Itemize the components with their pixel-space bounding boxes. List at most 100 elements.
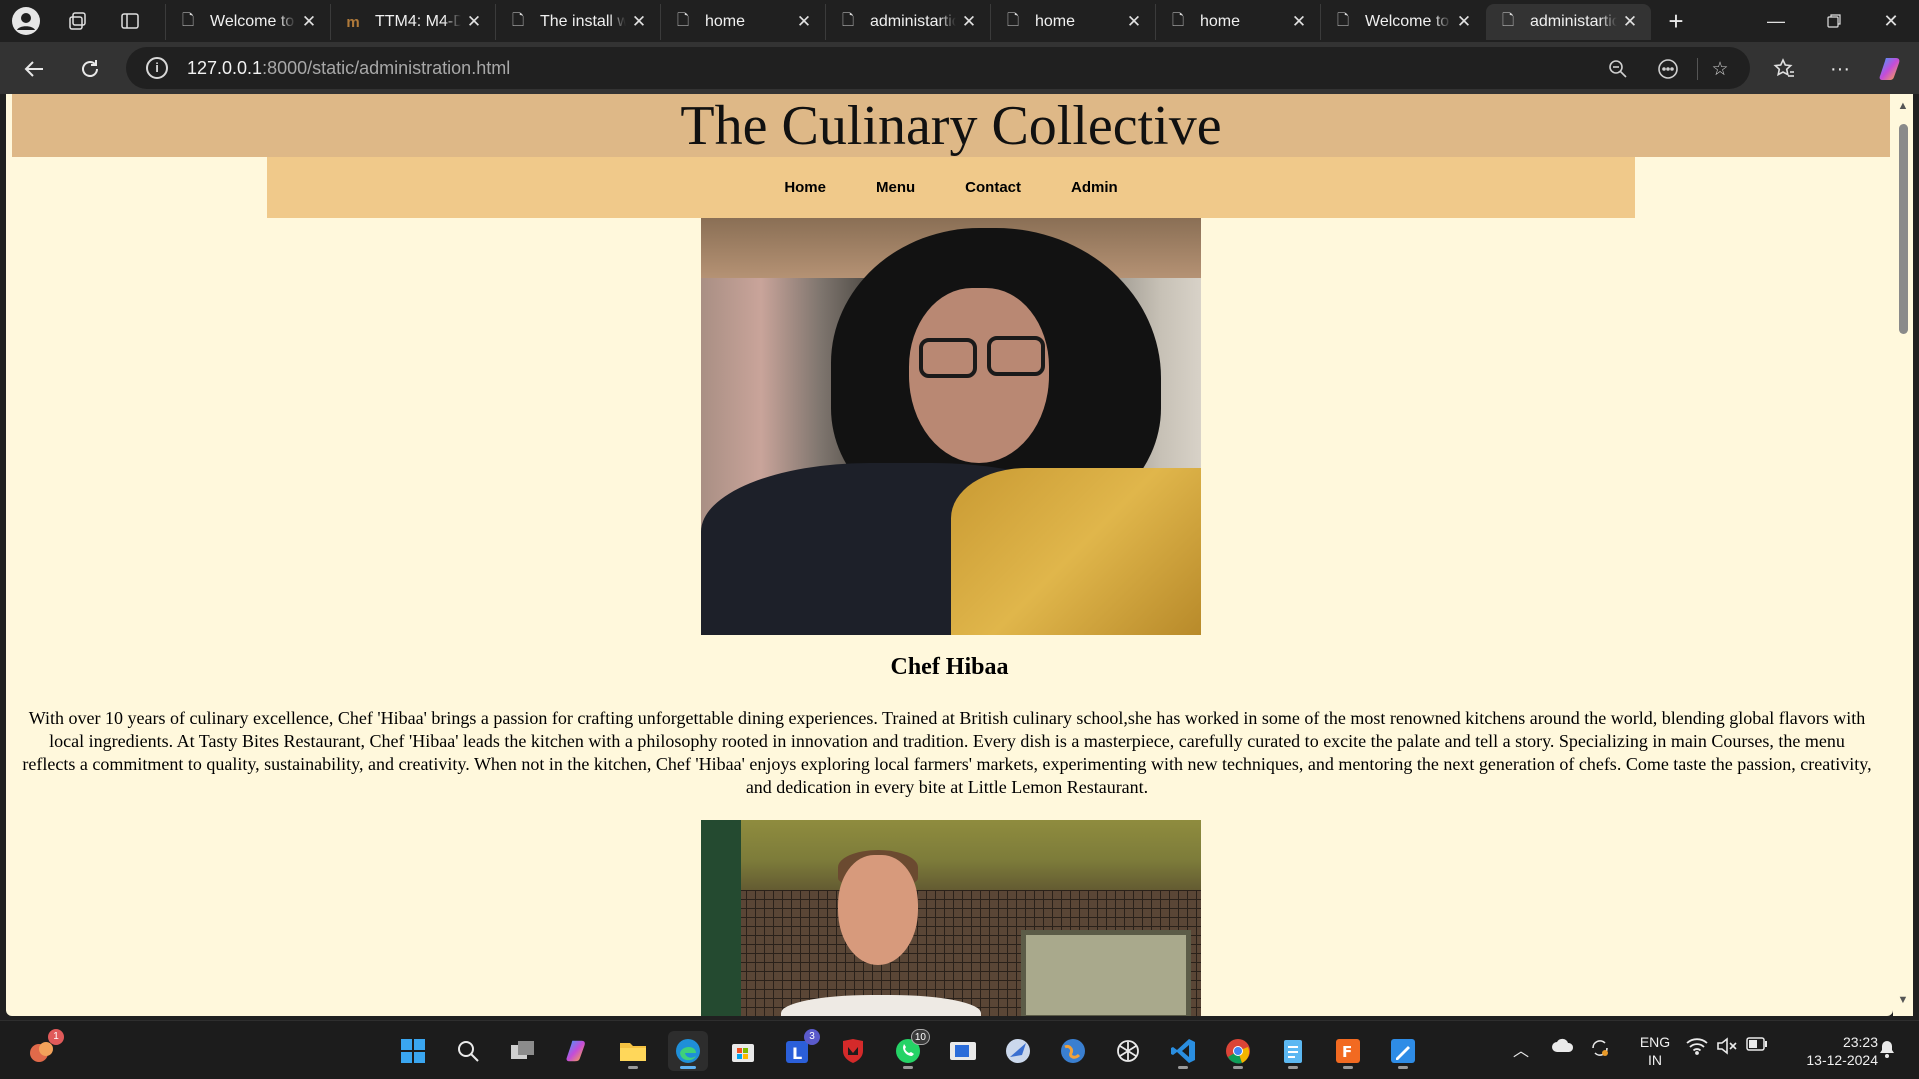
svg-text:F: F — [1342, 1043, 1352, 1061]
clock[interactable]: 23:23 13-12-2024 — [1782, 1033, 1878, 1069]
page-scrollbar[interactable]: ▲ ▼ — [1893, 94, 1913, 1016]
restore-icon[interactable] — [1812, 6, 1856, 36]
close-icon[interactable]: ✕ — [791, 12, 817, 32]
favorites-icon[interactable] — [1766, 51, 1802, 87]
scroll-up-icon[interactable]: ▲ — [1897, 100, 1909, 114]
chef-name: Chef Hibaa — [890, 654, 1009, 680]
task-view-icon[interactable] — [503, 1031, 543, 1071]
page-icon: 🗋 — [1336, 11, 1350, 29]
nav-home-link[interactable]: Home — [759, 179, 851, 196]
browser-tab-active[interactable]: 🗋 administartio ✕ — [1486, 4, 1651, 40]
file-explorer-icon[interactable] — [613, 1031, 653, 1071]
browser-tab[interactable]: 🗋 Welcome to our ✕ — [1320, 4, 1485, 40]
tab-title: home — [1200, 13, 1241, 30]
notification-badge: 3 — [804, 1029, 820, 1045]
close-icon[interactable]: ✕ — [1451, 12, 1477, 32]
show-hidden-icons-icon[interactable]: ︿ — [1513, 1037, 1529, 1061]
new-tab-icon[interactable]: + — [1660, 5, 1692, 37]
sync-icon[interactable] — [1589, 1037, 1611, 1064]
browser-tab[interactable]: m TTM4: M4-D4 ✕ — [330, 4, 495, 40]
more-options-icon[interactable]: ··· — [1822, 51, 1858, 87]
page-icon: 🗋 — [1171, 11, 1185, 29]
tab-title: The install wo — [540, 13, 626, 30]
search-icon[interactable] — [448, 1031, 488, 1071]
tab-title: home — [1035, 13, 1076, 30]
globe-app-icon[interactable] — [1053, 1031, 1093, 1071]
browser-tab[interactable]: 🗋 The install wo ✕ — [495, 4, 660, 40]
tab-title: Welcome to our — [210, 13, 296, 30]
copilot-app-icon[interactable] — [558, 1031, 598, 1071]
tab-title: Welcome to our — [1365, 13, 1451, 30]
page-icon: 🗋 — [181, 11, 195, 29]
feather-app-icon[interactable] — [998, 1031, 1038, 1071]
clock-time: 23:23 — [1842, 1034, 1878, 1050]
close-icon[interactable]: ✕ — [461, 12, 487, 32]
site-nav: Home Menu Contact Admin — [267, 157, 1635, 218]
svg-text:L: L — [792, 1044, 802, 1063]
nav-contact-link[interactable]: Contact — [940, 179, 1046, 196]
notification-badge: 1 — [48, 1029, 64, 1045]
browser-tab[interactable]: 🗋 home ✕ — [660, 4, 825, 40]
close-icon[interactable]: ✕ — [1286, 12, 1312, 32]
tab-title: home — [705, 13, 746, 30]
profile-icon[interactable] — [10, 5, 42, 37]
site-info-icon[interactable]: i — [146, 57, 168, 79]
site-header: The Culinary Collective — [12, 94, 1890, 157]
region-code: IN — [1648, 1052, 1662, 1068]
copilot-icon[interactable] — [1874, 51, 1910, 87]
close-icon[interactable]: ✕ — [1617, 12, 1643, 32]
url-text[interactable]: 127.0.0.1:8000/static/administration.htm… — [187, 58, 510, 79]
store-icon[interactable] — [723, 1031, 763, 1071]
browser-tab[interactable]: 🗋 home ✕ — [1155, 4, 1320, 40]
notification-badge: 10 — [910, 1029, 930, 1045]
address-bar[interactable]: i 127.0.0.1:8000/static/administration.h… — [126, 47, 1750, 89]
chef-bio: With over 10 years of culinary excellenc… — [22, 708, 1872, 797]
close-icon[interactable]: ✕ — [1121, 12, 1147, 32]
divider — [1697, 58, 1698, 80]
workspaces-icon[interactable] — [62, 5, 94, 37]
nav-menu-link[interactable]: Menu — [851, 179, 940, 196]
edge-icon[interactable] — [668, 1031, 708, 1071]
refresh-icon[interactable] — [72, 51, 108, 87]
nav-admin-link[interactable]: Admin — [1046, 179, 1143, 196]
zoom-out-icon[interactable] — [1604, 55, 1632, 83]
browser-tab[interactable]: 🗋 Welcome to our ✕ — [165, 4, 330, 40]
close-icon[interactable]: ✕ — [956, 12, 982, 32]
reading-mode-icon[interactable] — [1654, 55, 1682, 83]
tab-title: administartio — [870, 13, 956, 30]
close-icon[interactable]: ✕ — [626, 12, 652, 32]
page-icon: 🗋 — [511, 11, 525, 29]
browser-tab[interactable]: 🗋 home ✕ — [990, 4, 1155, 40]
start-icon[interactable] — [393, 1031, 433, 1071]
tab-title: administartio — [1530, 13, 1617, 30]
browser-tab[interactable]: 🗋 administartio ✕ — [825, 4, 990, 40]
chrome-icon[interactable] — [1218, 1031, 1258, 1071]
language-indicator[interactable]: ENG IN — [1633, 1033, 1677, 1069]
whatsapp-icon[interactable]: 10 — [888, 1029, 930, 1071]
volume-muted-icon[interactable] — [1716, 1037, 1738, 1060]
chatgpt-icon[interactable] — [1108, 1031, 1148, 1071]
tab-title: TTM4: M4-D4 — [375, 13, 461, 30]
paint-app-icon[interactable] — [1383, 1031, 1423, 1071]
wifi-icon[interactable] — [1686, 1037, 1708, 1060]
page-viewport: The Culinary Collective Home Menu Contac… — [6, 94, 1893, 1016]
screen-app-icon[interactable] — [943, 1031, 983, 1071]
teams-icon[interactable]: L 3 — [778, 1029, 820, 1071]
vscode-icon[interactable] — [1163, 1031, 1203, 1071]
scrollbar-thumb[interactable] — [1899, 124, 1908, 334]
scroll-down-icon[interactable]: ▼ — [1897, 994, 1909, 1008]
notepad-icon[interactable] — [1273, 1031, 1313, 1071]
onedrive-icon[interactable] — [1551, 1037, 1575, 1058]
mcafee-icon[interactable] — [833, 1031, 873, 1071]
close-icon[interactable]: ✕ — [296, 12, 322, 32]
tab-actions-icon[interactable] — [114, 5, 146, 37]
close-window-icon[interactable]: ✕ — [1869, 6, 1913, 36]
battery-icon[interactable] — [1746, 1037, 1768, 1056]
notifications-bell-icon[interactable] — [1877, 1039, 1897, 1064]
minimize-icon[interactable]: — — [1754, 6, 1798, 36]
widgets-icon[interactable]: 1 — [22, 1029, 64, 1071]
favorite-star-icon[interactable]: ☆ — [1706, 55, 1734, 83]
page-icon: 🗋 — [676, 11, 690, 29]
back-icon[interactable] — [16, 51, 52, 87]
filezilla-icon[interactable]: F — [1328, 1031, 1368, 1071]
